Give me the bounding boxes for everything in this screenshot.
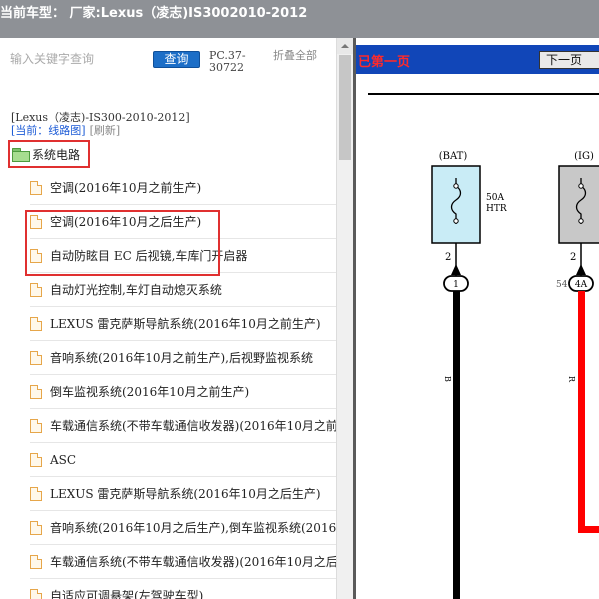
scrollbar-thumb[interactable]: [339, 55, 351, 160]
scroll-up-arrow-icon[interactable]: [337, 38, 353, 54]
tree-item-label: 自适应可调悬架(左驾驶车型): [50, 589, 204, 599]
tree-item[interactable]: ASC: [30, 443, 336, 477]
tree-item[interactable]: LEXUS 雷克萨斯导航系统(2016年10月之前生产): [30, 307, 336, 341]
wiring-diagram: (BAT) 50A HTR 2 1 B (IG) 2 54 4A R: [368, 93, 599, 599]
ig-connector-label: 4A: [575, 280, 588, 290]
tree-item[interactable]: 车载通信系统(不带车载通信收发器)(2016年10月之后生产): [30, 545, 336, 579]
document-icon: [30, 282, 42, 297]
document-icon: [30, 214, 42, 229]
bat-pin: 2: [445, 252, 451, 263]
tree-item-label: 音响系统(2016年10月之后生产),倒车监视系统(2016年10月之后生产): [50, 521, 336, 535]
wire-color-r: R: [567, 376, 576, 383]
ig-fuse-box: [558, 165, 599, 244]
folder-open-icon: [12, 148, 30, 162]
fuse-rating: 50A: [486, 193, 504, 203]
tree-item[interactable]: 车载通信系统(不带车载通信收发器)(2016年10月之前生产): [30, 409, 336, 443]
page-nav-bar: 已第一页 下一页: [356, 45, 599, 74]
document-icon: [30, 520, 42, 535]
document-icon: [30, 384, 42, 399]
vehicle-title: 当前车型： 厂家:Lexus（凌志)IS3002010-2012: [0, 6, 308, 21]
document-icon: [30, 418, 42, 433]
document-icon: [30, 452, 42, 467]
tree-item-label: 车载通信系统(不带车载通信收发器)(2016年10月之前生产): [50, 419, 336, 433]
tree-item-label: ASC: [50, 452, 77, 467]
tree-item[interactable]: 自动灯光控制,车灯自动熄灭系统: [30, 273, 336, 307]
tree-root-system-circuits[interactable]: 系统电路: [8, 140, 90, 168]
fuse-name: HTR: [486, 204, 507, 214]
tree-item-label: LEXUS 雷克萨斯导航系统(2016年10月之后生产): [50, 487, 321, 501]
tree-item-label: 空调(2016年10月之前生产): [50, 181, 202, 195]
document-icon: [30, 248, 42, 263]
pc-code: PC.37-30722: [209, 49, 246, 74]
refresh-link[interactable]: [刷新]: [90, 124, 121, 137]
collapse-all-link[interactable]: 折叠全部: [273, 50, 323, 62]
tree-item[interactable]: LEXUS 雷克萨斯导航系统(2016年10月之后生产): [30, 477, 336, 511]
tree-root-label: 系统电路: [32, 147, 81, 162]
tree-item[interactable]: 音响系统(2016年10月之前生产),后视野监视系统: [30, 341, 336, 375]
tree-item-label: 音响系统(2016年10月之前生产),后视野监视系统: [50, 351, 313, 365]
document-icon: [30, 180, 42, 195]
document-icon: [30, 554, 42, 569]
document-icon: [30, 588, 42, 599]
current-location: [当前：线路图] [刷新]: [11, 124, 120, 137]
title-bar: 当前车型： 厂家:Lexus（凌志)IS3002010-2012: [0, 0, 599, 38]
document-icon: [30, 486, 42, 501]
bat-connector-label: 1: [453, 280, 459, 290]
next-page-button[interactable]: 下一页: [539, 51, 599, 69]
first-page-notice: 已第一页: [358, 55, 411, 70]
search-row: 查询 PC.37-30722 折叠全部: [0, 38, 336, 80]
tree-item[interactable]: 自动防眩目 EC 后视镜,车库门开启器: [30, 239, 336, 273]
wire-black: [453, 291, 460, 599]
document-icon: [30, 350, 42, 365]
ig-side-pin: 54: [556, 280, 568, 290]
left-scrollbar[interactable]: [336, 38, 353, 599]
diagram-viewer: 已第一页 下一页 (BAT) 50A HTR 2 1 B (IG) 2 54 4…: [356, 38, 599, 599]
tree-item-label: 自动防眩目 EC 后视镜,车库门开启器: [50, 249, 248, 263]
ig-label: (IG): [574, 151, 594, 162]
breadcrumb: [Lexus（凌志)-IS300-2010-2012]: [11, 111, 190, 124]
current-value[interactable]: 线路图]: [48, 124, 85, 137]
wire-color-b: B: [443, 376, 452, 382]
search-input[interactable]: [10, 52, 145, 66]
left-panel: 查询 PC.37-30722 折叠全部 [Lexus（凌志)-IS300-201…: [0, 38, 353, 599]
tree-item[interactable]: 倒车监视系统(2016年10月之前生产): [30, 375, 336, 409]
terminal-arrow-icon: [451, 264, 461, 275]
bat-fuse-box: [431, 165, 481, 244]
ig-pin: 2: [570, 252, 576, 263]
tree-item-label: LEXUS 雷克萨斯导航系统(2016年10月之前生产): [50, 317, 321, 331]
tree-item[interactable]: 空调(2016年10月之前生产): [30, 171, 336, 205]
current-label: [当前：: [11, 124, 49, 137]
tree-item[interactable]: 自适应可调悬架(左驾驶车型): [30, 579, 336, 599]
tree-item-label: 倒车监视系统(2016年10月之前生产): [50, 385, 250, 399]
tree-item[interactable]: 音响系统(2016年10月之后生产),倒车监视系统(2016年10月之后生产): [30, 511, 336, 545]
terminal-arrow-icon: [576, 264, 586, 275]
bat-label: (BAT): [439, 151, 468, 162]
tree-item[interactable]: 空调(2016年10月之后生产): [30, 205, 336, 239]
tree-item-label: 空调(2016年10月之后生产): [50, 215, 202, 229]
tree-item-label: 车载通信系统(不带车载通信收发器)(2016年10月之后生产): [50, 555, 336, 569]
wire-red: [578, 291, 585, 533]
document-icon: [30, 316, 42, 331]
search-button[interactable]: 查询: [153, 51, 200, 68]
tree-item-label: 自动灯光控制,车灯自动熄灭系统: [50, 283, 222, 297]
